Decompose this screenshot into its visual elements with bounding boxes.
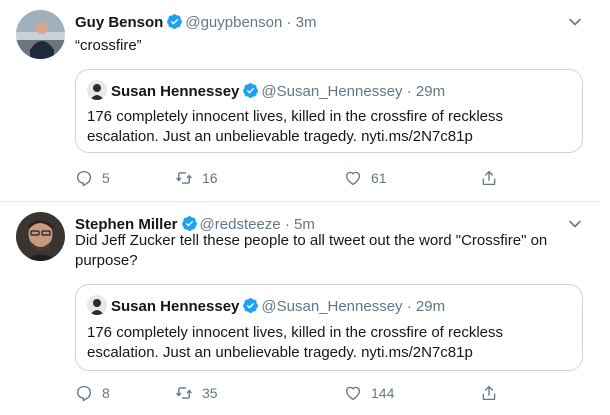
quoted-avatar [87,295,107,315]
tweet-header: Guy Benson @guypbenson · 3m [75,13,590,33]
verified-badge-icon [181,216,197,231]
retweet-count: 35 [202,385,218,401]
reply-button[interactable]: 8 [75,383,110,403]
quoted-author-name: Susan Hennessey [111,298,240,315]
avatar[interactable] [16,212,65,261]
retweet-icon [176,172,192,184]
quoted-author-name: Susan Hennessey [111,83,240,100]
tweet-text: Did Jeff Zucker tell these people to all… [75,232,548,269]
quoted-tweet[interactable]: Susan Hennessey @Susan_Hennessey · 29m 17… [75,69,583,153]
tweet-text: “crossfire” [75,37,142,54]
quoted-avatar [87,80,107,100]
tweet[interactable]: Stephen Miller @redsteeze · 5m Did Jeff Z… [0,202,600,415]
chevron-down-icon[interactable] [568,217,582,231]
retweet-button[interactable]: 16 [175,168,218,188]
share-icon [482,385,496,401]
quoted-tweet-time: · 29m [406,83,446,100]
author-name[interactable]: Guy Benson [75,14,163,31]
reply-icon [76,385,92,402]
verified-badge-icon [243,83,259,98]
heart-icon [345,171,361,186]
retweet-count: 16 [202,170,218,186]
like-button[interactable]: 144 [344,383,394,403]
retweet-button[interactable]: 35 [175,383,218,403]
quoted-tweet-text: 176 completely innocent lives, killed in… [87,324,504,361]
verified-badge-icon [243,298,259,313]
quoted-tweet-time: · 29m [406,298,446,315]
tweet-actions: 5 16 61 [75,168,515,188]
retweet-icon [176,387,192,399]
reply-count: 8 [102,385,110,401]
share-button[interactable] [480,383,498,403]
quoted-tweet-header: Susan Hennessey @Susan_Hennessey · 29m [87,80,445,100]
share-button[interactable] [480,168,498,188]
quoted-tweet-header: Susan Hennessey @Susan_Hennessey · 29m [87,295,445,315]
tweet-time[interactable]: · 3m [287,14,317,31]
author-handle[interactable]: @guypbenson [185,14,282,31]
avatar[interactable] [16,10,65,59]
quoted-tweet-text: 176 completely innocent lives, killed in… [87,108,504,145]
quoted-author-handle: @Susan_Hennessey [261,298,403,315]
reply-count: 5 [102,170,110,186]
verified-badge-icon [167,14,183,29]
quoted-author-handle: @Susan_Hennessey [261,83,403,100]
tweet[interactable]: Guy Benson @guypbenson · 3m “crossfire” S… [0,0,600,202]
reply-button[interactable]: 5 [75,168,110,188]
tweet-actions: 8 35 144 [75,383,515,403]
like-button[interactable]: 61 [344,168,387,188]
quoted-tweet[interactable]: Susan Hennessey @Susan_Hennessey · 29m 17… [75,284,583,371]
reply-icon [76,170,92,187]
heart-icon [345,386,361,401]
like-count: 61 [371,170,387,186]
like-count: 144 [371,385,395,401]
share-icon [482,170,496,186]
chevron-down-icon[interactable] [568,15,582,29]
